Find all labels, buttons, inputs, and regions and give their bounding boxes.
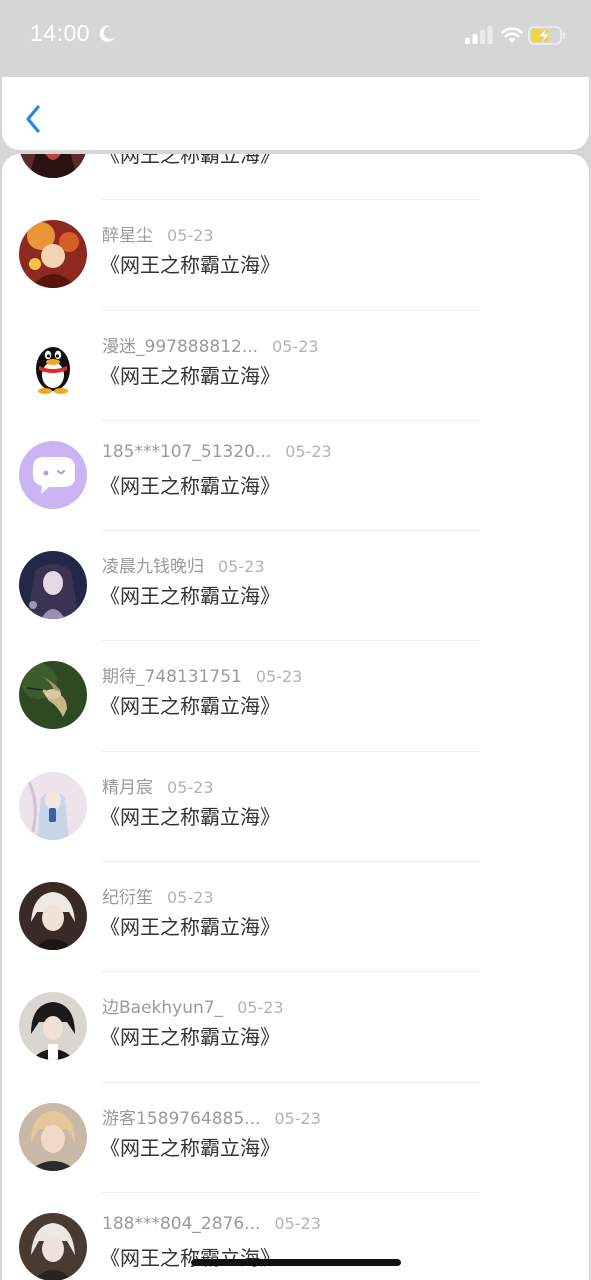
reader-name: 185***107_51320... [102, 441, 272, 462]
list-item[interactable]: 《网王之称霸立海》 [2, 154, 589, 201]
reader-date: 05-23 [167, 888, 214, 908]
reader-meta: 凌晨九钱晚归 05-23 [102, 552, 265, 577]
battery-charging-icon [528, 26, 565, 45]
signal-icon [465, 26, 493, 44]
reader-date: 05-23 [255, 667, 303, 687]
list-item[interactable]: 188***804_2876... 05-23 《网王之称霸立海》 [2, 1193, 589, 1280]
photo-avatar [19, 1102, 87, 1171]
list-item[interactable]: 185***107_51320... 05-23 《网王之称霸立海》 [2, 421, 589, 532]
book-title: 《网王之称霸立海》 [100, 1245, 280, 1270]
chevron-left-icon [26, 105, 40, 133]
book-title: 《网王之称霸立海》 [100, 804, 280, 829]
anime-avatar [19, 154, 87, 178]
book-title: 《网王之称霸立海》 [100, 1025, 280, 1050]
anime-avatar [19, 1212, 87, 1280]
back-button[interactable] [18, 101, 48, 137]
reader-meta: 漫迷_997888812... 05-23 [102, 332, 319, 357]
reader-date: 05-23 [274, 1108, 321, 1128]
reader-date: 05-23 [167, 226, 214, 246]
reader-name: 漫迷_997888812... [102, 336, 259, 357]
list-item[interactable]: 醉星尘 05-23 《网王之称霸立海》 [2, 200, 589, 311]
anime-avatar [19, 882, 87, 951]
top-nav-bar [2, 77, 589, 150]
reader-meta: 游客1589764885... 05-23 [102, 1104, 321, 1129]
hummingbird-avatar [19, 661, 87, 730]
book-title: 《网王之称霸立海》 [100, 915, 280, 940]
reader-date: 05-23 [285, 441, 332, 461]
reader-name: 188***804_2876... [102, 1213, 261, 1234]
reader-name: 精月宸 [102, 777, 153, 798]
anime-avatar [19, 220, 87, 289]
reader-date: 05-23 [218, 557, 265, 577]
book-title: 《网王之称霸立海》 [100, 154, 280, 167]
anime-avatar [19, 771, 87, 840]
reader-list: 《网王之称霸立海》 醉星尘 05-23 《网王之称霸立海》 漫迷_9978888… [2, 154, 589, 1280]
reader-name: 凌晨九钱晚归 [102, 557, 204, 578]
book-title: 《网王之称霸立海》 [100, 1135, 280, 1160]
reader-date: 05-23 [167, 777, 214, 797]
reader-meta: 188***804_2876... 05-23 [102, 1214, 321, 1234]
list-item[interactable]: 边Baekhyun7_ 05-23 《网王之称霸立海》 [2, 972, 589, 1083]
list-item[interactable]: 纪衍笙 05-23 《网王之称霸立海》 [2, 862, 589, 973]
qq-penguin-avatar [19, 330, 87, 399]
list-item[interactable]: 漫迷_997888812... 05-23 《网王之称霸立海》 [2, 311, 589, 421]
list-item[interactable]: 凌晨九钱晚归 05-23 《网王之称霸立海》 [2, 531, 589, 642]
reader-meta: 纪衍笙 05-23 [102, 883, 214, 908]
book-title: 《网王之称霸立海》 [100, 253, 280, 278]
wifi-icon [501, 27, 523, 43]
anime-avatar [19, 992, 87, 1061]
home-indicator[interactable] [191, 1259, 401, 1266]
reader-name: 醉星尘 [102, 226, 153, 247]
reader-meta: 边Baekhyun7_ 05-23 [102, 993, 284, 1018]
book-title: 《网王之称霸立海》 [100, 473, 280, 498]
reader-name: 边Baekhyun7_ [102, 998, 224, 1019]
list-item[interactable]: 游客1589764885... 05-23 《网王之称霸立海》 [2, 1083, 589, 1193]
list-item[interactable]: 精月宸 05-23 《网王之称霸立海》 [2, 752, 589, 863]
anime-avatar [19, 551, 87, 620]
reader-name: 纪衍笙 [102, 888, 153, 909]
reader-meta: 185***107_51320... 05-23 [102, 442, 332, 462]
status-bar: 14:00 [0, 0, 591, 74]
book-title: 《网王之称霸立海》 [100, 584, 280, 609]
status-time: 14:00 [30, 20, 91, 46]
reader-name: 游客1589764885... [102, 1108, 261, 1129]
reader-name: 期待_748131751 [102, 667, 242, 688]
book-title: 《网王之称霸立海》 [100, 363, 280, 388]
reader-date: 05-23 [272, 336, 319, 356]
moon-icon [99, 25, 115, 42]
reader-meta: 醉星尘 05-23 [102, 221, 214, 246]
purple-chat-avatar [19, 440, 87, 509]
reader-date: 05-23 [237, 998, 284, 1018]
list-item[interactable]: 期待_748131751 05-23 《网王之称霸立海》 [2, 641, 589, 752]
book-title: 《网王之称霸立海》 [100, 694, 280, 719]
reader-meta: 期待_748131751 05-23 [102, 662, 302, 687]
reader-meta: 精月宸 05-23 [102, 773, 214, 798]
reader-date: 05-23 [274, 1213, 321, 1233]
